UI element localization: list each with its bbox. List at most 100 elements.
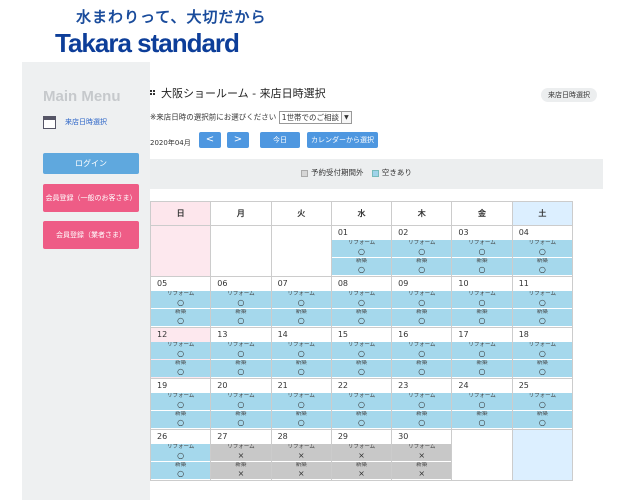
reform-slot[interactable]: リフォーム ○ xyxy=(452,342,512,359)
newbuild-slot[interactable]: 新築 ○ xyxy=(271,360,331,377)
reform-slot[interactable]: リフォーム ○ xyxy=(512,342,572,359)
reform-slot[interactable]: リフォーム ○ xyxy=(271,291,331,308)
calendar-day-cell: 16 リフォーム ○ 新築 ○ xyxy=(391,327,453,379)
available-mark-icon: ○ xyxy=(418,400,426,409)
newbuild-slot[interactable]: 新築 ○ xyxy=(512,411,572,428)
day-number: 27 xyxy=(217,432,228,441)
reform-slot[interactable]: リフォーム ○ xyxy=(512,291,572,308)
slot-label: 新築 xyxy=(476,411,488,417)
newbuild-slot[interactable]: 新築 ○ xyxy=(271,411,331,428)
newbuild-slot[interactable]: 新築 ○ xyxy=(331,360,392,377)
reform-slot[interactable]: リフォーム ○ xyxy=(331,393,392,410)
newbuild-slot[interactable]: 新築 ○ xyxy=(452,309,512,326)
reform-slot[interactable]: リフォーム ○ xyxy=(151,393,211,410)
reform-slot[interactable]: リフォーム ○ xyxy=(211,291,271,308)
newbuild-slot[interactable]: 新築 ○ xyxy=(151,309,211,326)
reform-slot[interactable]: リフォーム ○ xyxy=(512,393,572,410)
reform-slot[interactable]: リフォーム ○ xyxy=(512,240,572,257)
register-business-button[interactable]: 会員登録（業者さま） xyxy=(43,221,139,249)
newbuild-slot[interactable]: 新築 ○ xyxy=(452,411,512,428)
newbuild-slot[interactable]: 新築 ○ xyxy=(392,258,452,275)
slot-label: 新築 xyxy=(235,309,247,315)
day-number: 24 xyxy=(458,381,469,390)
available-mark-icon: ○ xyxy=(357,418,365,427)
reform-slot[interactable]: リフォーム ○ xyxy=(211,342,271,359)
party-select[interactable]: 1世帯でのご相談 xyxy=(278,111,342,124)
reform-slot[interactable]: リフォーム ○ xyxy=(392,240,452,257)
slot-label: 新築 xyxy=(536,309,548,315)
calendar-week-row: 01 リフォーム ○ 新築 ○ 02 リフォーム ○ 新築 ○ 03 リフォーム ○ 新築 ○ 04 リフォーム… xyxy=(149,225,574,277)
slot-label: リフォーム xyxy=(287,444,315,450)
legend-closed-label: 予約受付期間外 xyxy=(311,168,364,177)
available-mark-icon: ○ xyxy=(478,247,486,256)
newbuild-slot[interactable]: 新築 ○ xyxy=(331,309,392,326)
newbuild-slot[interactable]: 新築 ○ xyxy=(512,360,572,377)
reform-slot[interactable]: リフォーム ○ xyxy=(452,240,512,257)
day-number: 04 xyxy=(518,228,529,237)
login-button[interactable]: ログイン xyxy=(43,153,139,174)
newbuild-slot[interactable]: 新築 ○ xyxy=(452,258,512,275)
newbuild-slot[interactable]: 新築 ○ xyxy=(151,411,211,428)
prev-month-button[interactable]: < xyxy=(199,132,221,148)
reform-slot[interactable]: リフォーム ○ xyxy=(211,393,271,410)
reform-slot[interactable]: リフォーム ○ xyxy=(151,342,211,359)
reform-slot[interactable]: リフォーム ○ xyxy=(452,291,512,308)
newbuild-slot[interactable]: 新築 ○ xyxy=(211,309,271,326)
reform-slot[interactable]: リフォーム ○ xyxy=(392,342,452,359)
today-button[interactable]: 今日 xyxy=(260,132,300,148)
slot-label: 新築 xyxy=(416,309,428,315)
reform-slot[interactable]: リフォーム ○ xyxy=(331,240,392,257)
weekday-header: 木 xyxy=(391,201,453,226)
newbuild-slot: 新築 × xyxy=(211,462,271,479)
newbuild-slot[interactable]: 新築 ○ xyxy=(452,360,512,377)
newbuild-slot[interactable]: 新築 ○ xyxy=(392,360,452,377)
newbuild-slot[interactable]: 新築 ○ xyxy=(271,309,331,326)
newbuild-slot[interactable]: 新築 ○ xyxy=(331,411,392,428)
register-general-button[interactable]: 会員登録（一般のお客さま） xyxy=(43,184,139,212)
newbuild-slot[interactable]: 新築 ○ xyxy=(512,258,572,275)
calendar-day-cell: 22 リフォーム ○ 新築 ○ xyxy=(330,378,393,430)
slot-label: 新築 xyxy=(536,411,548,417)
calendar-day-cell: 12 リフォーム ○ 新築 ○ xyxy=(149,327,212,379)
available-mark-icon: ○ xyxy=(538,316,546,325)
slot-label: 新築 xyxy=(235,360,247,366)
reform-slot[interactable]: リフォーム ○ xyxy=(392,393,452,410)
reform-slot[interactable]: リフォーム ○ xyxy=(331,291,392,308)
newbuild-slot[interactable]: 新築 ○ xyxy=(392,411,452,428)
newbuild-slot[interactable]: 新築 ○ xyxy=(211,411,271,428)
newbuild-slot[interactable]: 新築 ○ xyxy=(151,360,211,377)
slot-label: 新築 xyxy=(536,258,548,264)
newbuild-slot[interactable]: 新築 ○ xyxy=(151,462,211,479)
legend-box: 予約受付期間外 空きあり xyxy=(150,159,603,189)
reform-slot: リフォーム × xyxy=(392,444,452,461)
reform-slot[interactable]: リフォーム ○ xyxy=(452,393,512,410)
newbuild-slot[interactable]: 新築 ○ xyxy=(392,309,452,326)
slot-label: リフォーム xyxy=(528,342,557,348)
newbuild-slot[interactable]: 新築 ○ xyxy=(211,360,271,377)
newbuild-slot[interactable]: 新築 ○ xyxy=(331,258,392,275)
calendar-empty-cell xyxy=(270,225,332,277)
calendar-empty-cell xyxy=(149,225,212,277)
reform-slot[interactable]: リフォーム ○ xyxy=(392,291,452,308)
notice-text: ※来店日時の選択前にお選びください xyxy=(150,112,277,122)
available-mark-icon: ○ xyxy=(478,418,486,427)
reform-slot[interactable]: リフォーム ○ xyxy=(331,342,392,359)
calendar-select-button[interactable]: カレンダーから選択 xyxy=(307,132,378,148)
next-month-button[interactable]: > xyxy=(227,132,249,148)
reform-slot[interactable]: リフォーム ○ xyxy=(271,342,331,359)
slot-label: リフォーム xyxy=(468,393,496,399)
reform-slot[interactable]: リフォーム ○ xyxy=(271,393,331,410)
brand-logo[interactable]: Takara standard xyxy=(55,28,240,59)
slot-label: リフォーム xyxy=(347,444,376,450)
available-mark-icon: ○ xyxy=(538,265,546,274)
newbuild-slot[interactable]: 新築 ○ xyxy=(512,309,572,326)
calendar-day-cell: 29 リフォーム × 新築 × xyxy=(330,429,393,481)
available-mark-icon: ○ xyxy=(478,349,486,358)
day-number: 17 xyxy=(458,330,469,339)
slot-label: リフォーム xyxy=(227,444,255,450)
chevron-down-icon[interactable]: ▼ xyxy=(341,111,352,124)
sidebar-link-visit-date[interactable]: 来店日時選択 xyxy=(65,117,107,127)
reform-slot[interactable]: リフォーム ○ xyxy=(151,291,211,308)
reform-slot[interactable]: リフォーム ○ xyxy=(151,444,211,461)
day-number: 02 xyxy=(398,228,409,237)
